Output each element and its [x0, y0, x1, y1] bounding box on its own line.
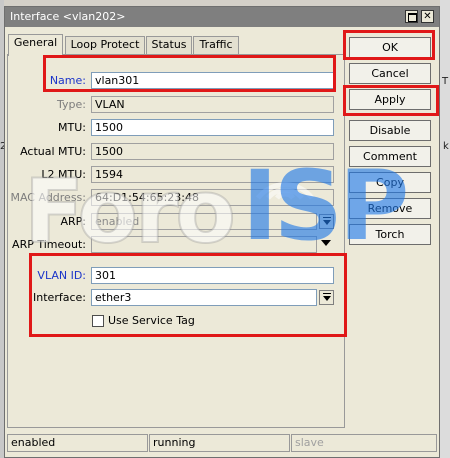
- arp-dropdown-icon[interactable]: [319, 214, 334, 229]
- background-text: T: [442, 76, 449, 87]
- title-bar[interactable]: Interface <vlan202> ✕: [5, 7, 439, 27]
- tab-general[interactable]: General: [8, 34, 63, 56]
- type-label: Type:: [57, 98, 86, 111]
- highlight-box-apply: [343, 85, 439, 116]
- background-window-edge-right: [440, 0, 450, 458]
- arp-timeout-expand-icon[interactable]: [321, 240, 331, 246]
- arp-timeout-label: ARP Timeout:: [12, 238, 86, 251]
- tab-status[interactable]: Status: [146, 36, 192, 54]
- mac-address-label: MAC Address:: [10, 191, 86, 204]
- general-tab-panel: Name: vlan301 Type: VLAN MTU: 1500 Actua…: [7, 54, 345, 428]
- copy-button[interactable]: Copy: [349, 172, 431, 193]
- tab-traffic[interactable]: Traffic: [193, 36, 239, 54]
- comment-button[interactable]: Comment: [349, 146, 431, 167]
- type-field: VLAN: [91, 96, 334, 113]
- arp-timeout-input[interactable]: [91, 236, 317, 253]
- torch-button[interactable]: Torch: [349, 224, 431, 245]
- close-window-icon[interactable]: ✕: [421, 10, 434, 23]
- l2-mtu-field: 1594: [91, 166, 334, 183]
- arp-label: ARP:: [60, 215, 86, 228]
- l2-mtu-label: L2 MTU:: [41, 168, 86, 181]
- highlight-box-ok: [343, 30, 435, 60]
- actual-mtu-label: Actual MTU:: [20, 145, 86, 158]
- disable-button[interactable]: Disable: [349, 120, 431, 141]
- remove-button[interactable]: Remove: [349, 198, 431, 219]
- highlight-box-vlan: [29, 253, 347, 337]
- cancel-button[interactable]: Cancel: [349, 63, 431, 84]
- status-running: running: [149, 434, 290, 452]
- status-slave: slave: [291, 434, 437, 452]
- mtu-input[interactable]: 1500: [91, 119, 334, 136]
- mac-address-field: 64:D1:54:65:23:48: [91, 189, 334, 206]
- tab-loop-protect[interactable]: Loop Protect: [65, 36, 145, 54]
- actual-mtu-field: 1500: [91, 143, 334, 160]
- highlight-box-name: [43, 55, 336, 92]
- status-enabled: enabled: [7, 434, 148, 452]
- arp-select[interactable]: enabled: [91, 213, 317, 230]
- restore-window-icon[interactable]: [405, 10, 418, 23]
- background-text: k: [443, 141, 449, 152]
- mtu-label: MTU:: [58, 121, 86, 134]
- window-title: Interface <vlan202>: [10, 10, 126, 23]
